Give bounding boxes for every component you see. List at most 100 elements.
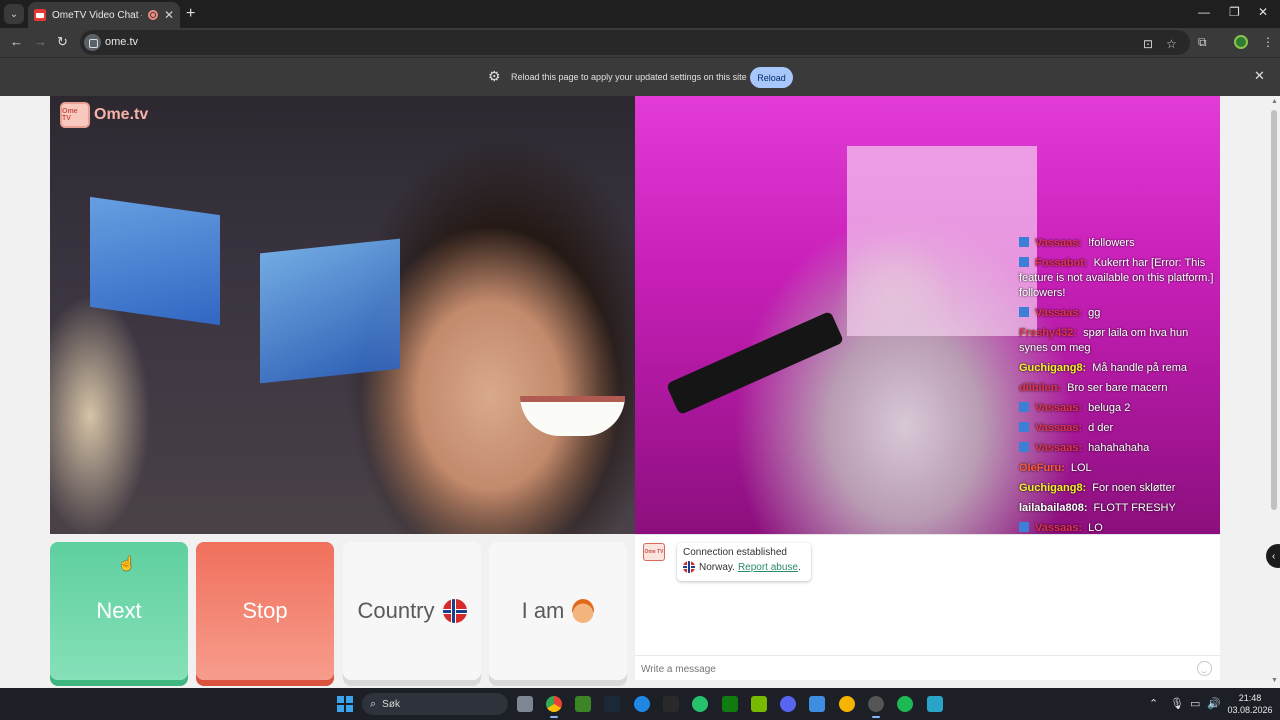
- url-text: ome.tv: [105, 36, 139, 48]
- microphone-arm: [665, 310, 845, 416]
- green-app-icon[interactable]: [692, 696, 708, 712]
- search-icon: ⌕: [370, 697, 377, 710]
- stream-chat-line: Guchigang8: Må handle på rema: [1019, 361, 1219, 376]
- minecraft-icon[interactable]: [575, 696, 591, 712]
- emoji-smiley-icon[interactable]: [1197, 661, 1212, 676]
- boy-emoji-icon: [572, 599, 595, 623]
- self-camera-video: Vassaas: !followers Fossabot: Kukerrt har […: [635, 96, 1220, 534]
- site-info-icon[interactable]: [84, 34, 101, 51]
- scroll-up-arrow-icon[interactable]: ▲: [1271, 98, 1278, 105]
- chat-badge-icon: [1019, 422, 1029, 432]
- browser-yellow-icon[interactable]: [839, 696, 855, 712]
- microphone-icon[interactable]: 🎙: [1170, 697, 1184, 710]
- reload-icon[interactable]: ↻: [57, 34, 68, 50]
- steam-icon[interactable]: [604, 696, 620, 712]
- tray-overflow-chevron-icon[interactable]: ⌃: [1149, 697, 1158, 710]
- volume-icon[interactable]: 🔊: [1207, 697, 1221, 710]
- country-button[interactable]: Country: [343, 542, 481, 680]
- stop-button[interactable]: Stop: [196, 542, 334, 680]
- menu-kebab-icon[interactable]: ⋮: [1262, 35, 1274, 49]
- partner-video: Ome TV Ome.tv: [50, 96, 635, 534]
- stream-chat-username: Guchigang8:: [1019, 362, 1087, 374]
- stream-chat-overlay: Vassaas: !followers Fossabot: Kukerrt har […: [1019, 236, 1219, 534]
- back-arrow-icon[interactable]: ←: [10, 34, 23, 49]
- bookmark-star-icon[interactable]: ☆: [1166, 37, 1177, 51]
- settings-infobar: ⚙ Reload this page to apply your updated…: [0, 57, 1280, 96]
- new-tab-plus-icon[interactable]: +: [186, 5, 195, 23]
- infobar-reload-button[interactable]: Reload: [750, 67, 793, 88]
- system-message: Connection established Norway. Report ab…: [677, 543, 811, 581]
- ometv-logo-icon: Ome TV: [60, 102, 90, 128]
- chat-badge-icon: [1019, 307, 1029, 317]
- taskbar-clock[interactable]: 21:48 03.08.2026: [1226, 692, 1274, 716]
- stream-chat-line: Vassaas: !followers: [1019, 236, 1219, 251]
- obs-icon[interactable]: [868, 696, 884, 718]
- stream-chat-username: Vassaas:: [1035, 442, 1083, 454]
- stream-chat-username: dilbilen:: [1019, 382, 1062, 394]
- extensions-puzzle-icon[interactable]: ⧉: [1198, 35, 1207, 50]
- stream-chat-text: LOL: [1070, 462, 1092, 474]
- message-input[interactable]: [641, 661, 1181, 677]
- clock-time: 21:48: [1238, 693, 1262, 703]
- chat-badge-icon: [1019, 237, 1029, 247]
- task-view-icon[interactable]: [517, 696, 533, 712]
- nvidia-icon[interactable]: [751, 696, 767, 712]
- xbox-icon[interactable]: [722, 696, 738, 712]
- maximize-window-icon[interactable]: ❐: [1229, 5, 1240, 19]
- stream-chat-line: Vassaas: beluga 2: [1019, 401, 1219, 416]
- stream-chat-username: Vassaas:: [1035, 307, 1083, 319]
- photos-icon[interactable]: [809, 696, 825, 712]
- stream-chat-text: !followers: [1088, 237, 1135, 249]
- network-icon[interactable]: ▭: [1190, 697, 1200, 710]
- spotify-icon[interactable]: [897, 696, 913, 712]
- chat-badge-icon: [1019, 402, 1029, 412]
- stream-chat-text: d der: [1088, 422, 1114, 434]
- gender-button[interactable]: I am: [489, 542, 627, 680]
- scrollbar-thumb[interactable]: [1271, 110, 1277, 510]
- stream-chat-text: hahahahaha: [1088, 442, 1150, 454]
- next-button-label: Next: [96, 598, 142, 623]
- connection-status-text: Connection established: [683, 547, 787, 558]
- scroll-down-arrow-icon[interactable]: ▼: [1271, 677, 1278, 684]
- app-blue-icon[interactable]: [634, 696, 650, 712]
- ometv-logo-text: Ome.tv: [94, 106, 149, 123]
- tab-search-chevron-icon[interactable]: ⌄: [4, 4, 24, 24]
- stream-chat-line: OleFuru: LOL: [1019, 461, 1219, 476]
- minimize-window-icon[interactable]: —: [1198, 5, 1210, 19]
- close-window-icon[interactable]: ✕: [1258, 5, 1268, 19]
- capcut-icon[interactable]: [663, 696, 679, 712]
- profile-avatar[interactable]: [1234, 35, 1248, 49]
- mouse-cursor-icon: ☝: [118, 555, 136, 571]
- infobar-close-icon[interactable]: ✕: [1254, 68, 1265, 84]
- browser-tab[interactable]: OmeTV Video Chat — Ome ✕: [28, 2, 180, 28]
- norway-flag-icon: [683, 561, 695, 573]
- taskbar-search-box[interactable]: ⌕ Søk: [362, 693, 508, 715]
- message-input-bar: [635, 655, 1220, 681]
- stream-chat-username: OleFuru:: [1019, 462, 1065, 474]
- chat-badge-icon: [1019, 257, 1029, 267]
- ometv-system-icon: Ome TV: [643, 543, 665, 561]
- stream-chat-text: Må handle på rema: [1092, 362, 1188, 374]
- stream-chat-line: Vassaas: gg: [1019, 306, 1219, 321]
- report-suffix: .: [797, 561, 801, 573]
- chat-badge-icon: [1019, 522, 1029, 532]
- forward-arrow-icon[interactable]: →: [34, 34, 47, 49]
- stop-button-label: Stop: [242, 598, 288, 623]
- tab-title: OmeTV Video Chat — Ome: [52, 9, 142, 21]
- chrome-icon[interactable]: [546, 696, 562, 718]
- report-abuse-link[interactable]: Report abuse: [738, 562, 798, 573]
- stream-chat-text: LO: [1088, 522, 1103, 534]
- app-cyan-icon[interactable]: [927, 696, 943, 712]
- close-tab-icon[interactable]: ✕: [164, 8, 174, 22]
- stream-chat-line: Vassaas: hahahahaha: [1019, 441, 1219, 456]
- discord-icon[interactable]: [780, 696, 796, 712]
- stream-chat-text: beluga 2: [1088, 402, 1131, 414]
- video-window-light: [90, 196, 220, 326]
- address-bar[interactable]: ome.tv ⊡ ☆: [80, 30, 1190, 55]
- infobar-message: Reload this page to apply your updated s…: [511, 72, 747, 82]
- page-scrollbar[interactable]: ▲ ▼: [1268, 96, 1280, 688]
- chat-badge-icon: [1019, 442, 1029, 452]
- windows-start-icon[interactable]: [337, 696, 353, 712]
- install-app-icon[interactable]: ⊡: [1143, 37, 1153, 51]
- clock-date: 03.08.2026: [1227, 705, 1273, 715]
